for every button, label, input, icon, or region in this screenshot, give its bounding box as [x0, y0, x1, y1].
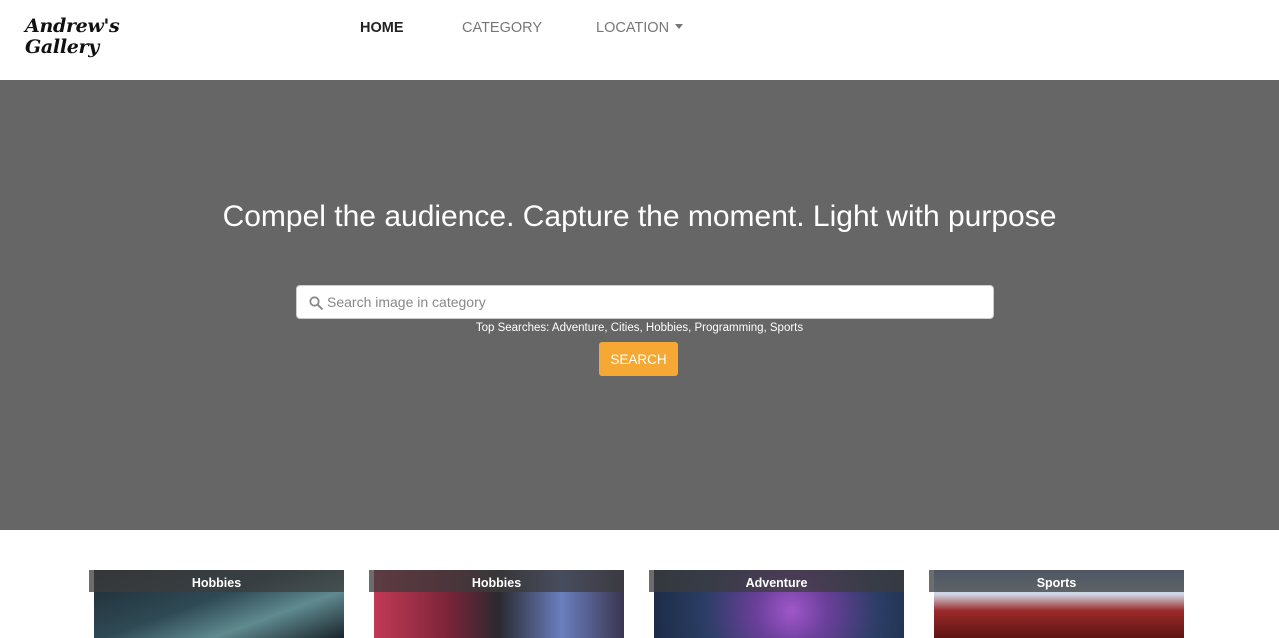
category-card-adventure[interactable]: Adventure: [649, 570, 904, 638]
card-label: Hobbies: [369, 570, 624, 592]
brand-line-1: Andrew's: [25, 15, 120, 37]
nav-location-dropdown[interactable]: LOCATION: [596, 20, 684, 36]
brand-line-2: Gallery: [25, 36, 100, 58]
category-card-hobbies[interactable]: Hobbies: [369, 570, 624, 638]
hero-section: Compel the audience. Capture the moment.…: [0, 80, 1279, 530]
nav-location-label: LOCATION: [596, 20, 670, 36]
category-card-sports[interactable]: Sports: [929, 570, 1184, 638]
card-label: Sports: [929, 570, 1184, 592]
brand-logo[interactable]: Andrew's Gallery: [25, 15, 120, 58]
category-card-hobbies[interactable]: Hobbies: [89, 570, 344, 638]
nav-category[interactable]: CATEGORY: [462, 20, 542, 36]
top-searches-text: Top Searches: Adventure, Cities, Hobbies…: [475, 322, 804, 334]
nav-home[interactable]: HOME: [360, 20, 404, 36]
chevron-down-icon: [675, 24, 684, 29]
card-label: Hobbies: [89, 570, 344, 592]
search-input[interactable]: [327, 286, 987, 318]
navbar: Andrew's Gallery HOME CATEGORY LOCATION: [0, 0, 1279, 80]
card-label: Adventure: [649, 570, 904, 592]
search-icon: [309, 296, 323, 310]
search-button[interactable]: SEARCH: [599, 342, 678, 376]
hero-title: Compel the audience. Capture the moment.…: [222, 200, 1057, 233]
search-box: [296, 285, 994, 319]
